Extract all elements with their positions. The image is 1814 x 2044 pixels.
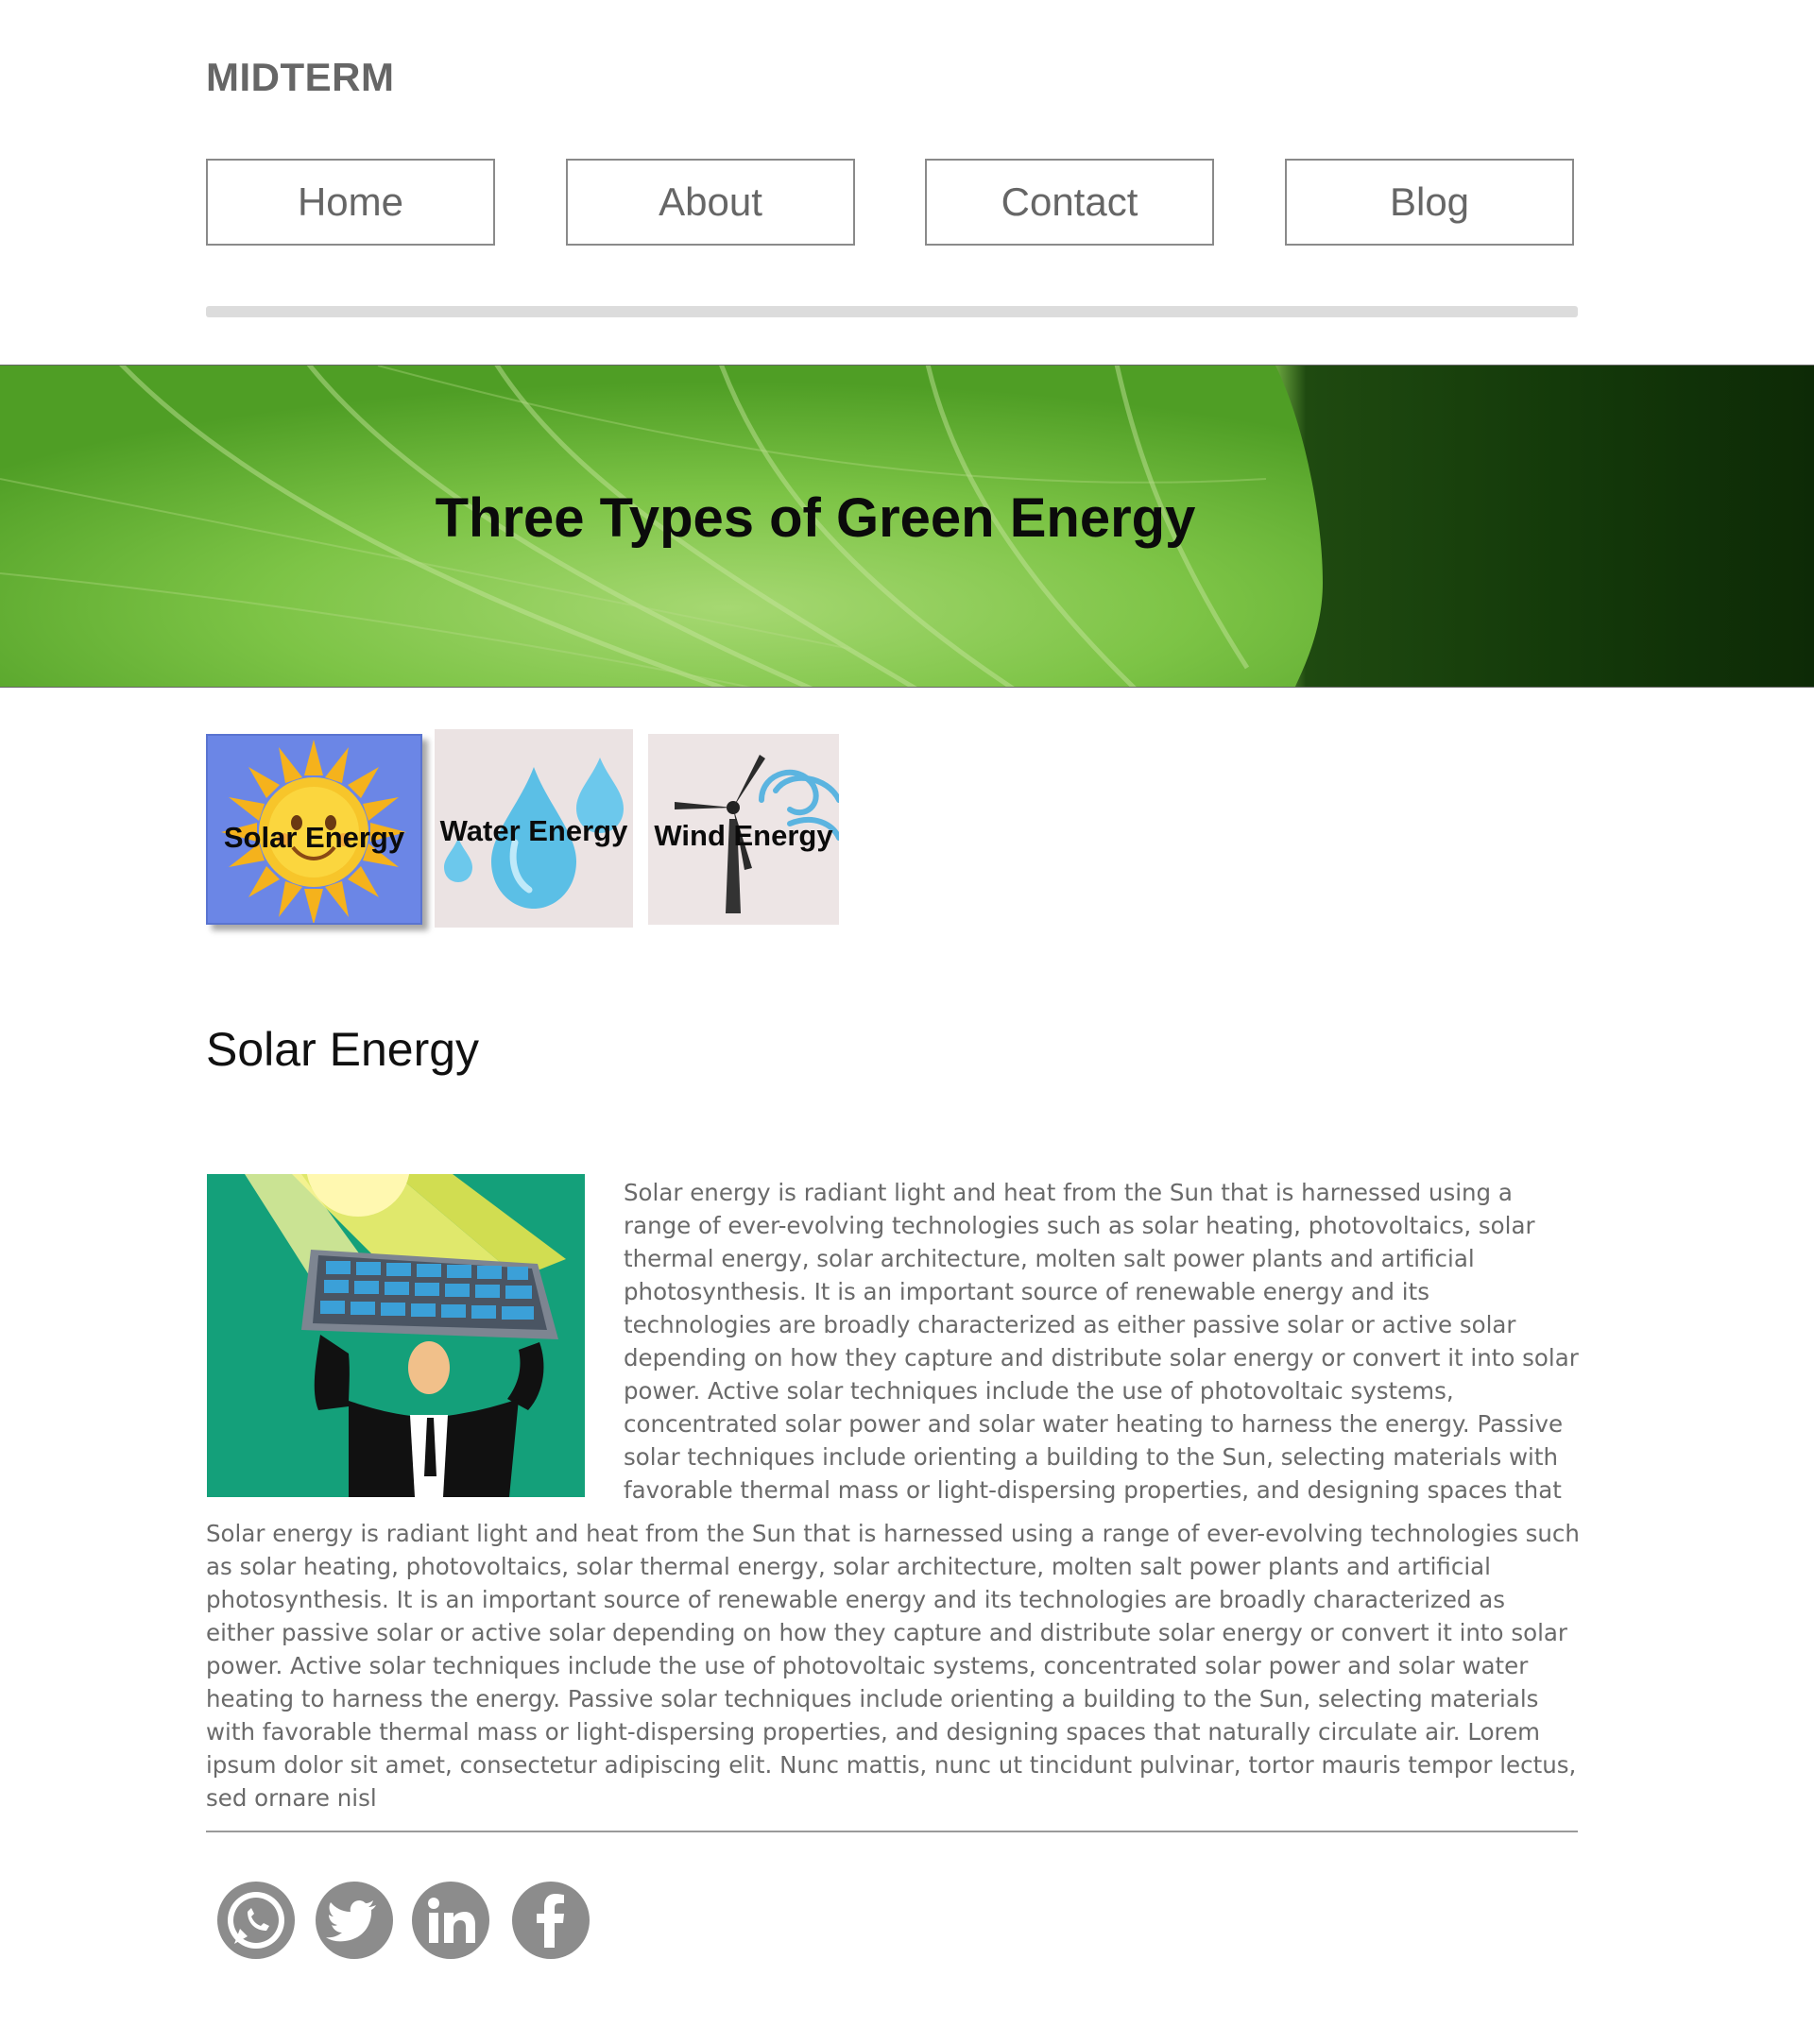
solar-energy-tile[interactable]: Solar Energy <box>206 734 422 925</box>
nav-divider-bar <box>206 306 1578 317</box>
solar-panel-illustration <box>207 1174 585 1497</box>
energy-type-tiles: Solar Energy Water Energy Wind Energy <box>206 729 867 929</box>
wind-energy-tile[interactable]: Wind Energy <box>648 734 839 925</box>
twitter-icon[interactable] <box>314 1880 395 1961</box>
facebook-icon[interactable] <box>510 1880 591 1961</box>
article-paragraph-1: Solar energy is radiant light and heat f… <box>624 1179 1579 1504</box>
nav-blog-button[interactable]: Blog <box>1285 159 1574 246</box>
water-energy-tile[interactable]: Water Energy <box>435 729 633 928</box>
article-paragraph-2: Solar energy is radiant light and heat f… <box>206 1520 1580 1812</box>
footer-divider <box>206 1831 1578 1832</box>
nav-about-button[interactable]: About <box>566 159 855 246</box>
section-heading: Solar Energy <box>206 1023 480 1076</box>
hero-banner: Three Types of Green Energy <box>0 365 1814 688</box>
nav-contact-button[interactable]: Contact <box>925 159 1214 246</box>
main-nav: Home About Contact Blog <box>206 159 1578 249</box>
site-title: MIDTERM <box>206 55 395 99</box>
whatsapp-icon[interactable] <box>215 1880 297 1961</box>
wind-energy-label: Wind Energy <box>654 819 833 852</box>
water-energy-label: Water Energy <box>439 814 628 847</box>
nav-home-button[interactable]: Home <box>206 159 495 246</box>
hero-title: Three Types of Green Energy <box>435 487 1196 549</box>
social-links <box>215 1880 612 1965</box>
solar-energy-label: Solar Energy <box>223 821 405 854</box>
linkedin-icon[interactable] <box>410 1880 491 1961</box>
